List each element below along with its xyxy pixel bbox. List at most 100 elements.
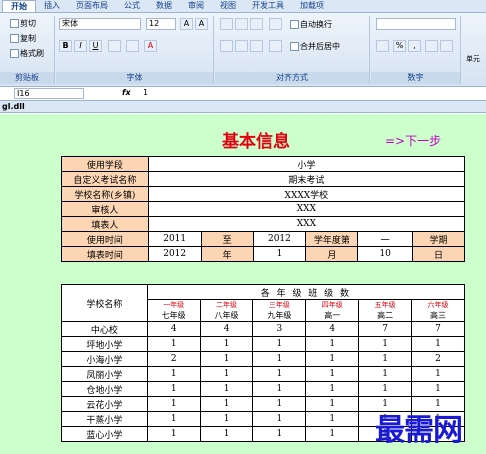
bold-button[interactable]: B [59,40,72,52]
info-value[interactable]: XXX [147,216,466,232]
class-count-cell[interactable]: 1 [252,411,307,427]
class-count-cell[interactable]: 1 [358,336,413,352]
info-value[interactable]: XXXX学校 [147,186,466,202]
class-count-cell[interactable]: 1 [305,351,360,367]
percent-button[interactable]: % [393,40,406,52]
indent-button[interactable] [269,40,282,52]
school-name-cell[interactable]: 凤丽小学 [61,366,148,382]
tab-view[interactable]: 视图 [212,0,244,12]
class-count-cell[interactable]: 4 [146,321,201,337]
number-format-select[interactable] [376,18,456,30]
school-name-cell[interactable]: 坪地小学 [61,336,148,352]
border-button[interactable] [108,40,121,52]
cut-button[interactable]: 剪切 [10,18,36,29]
school-name-cell[interactable]: 蓝心小学 [61,426,148,442]
end-year-cell[interactable]: 2012 [252,231,307,247]
class-count-cell[interactable]: 1 [411,336,465,352]
class-count-cell[interactable]: 1 [199,351,254,367]
align-right-button[interactable] [250,40,263,52]
class-count-cell[interactable]: 1 [411,381,465,397]
class-count-cell[interactable]: 7 [411,321,465,337]
school-name-cell[interactable]: 小海小学 [61,351,148,367]
wrap-text-button[interactable]: 自动换行 [290,19,332,30]
align-top-button[interactable] [220,18,233,30]
underline-button[interactable]: U [89,40,102,52]
class-count-cell[interactable]: 1 [199,396,254,412]
class-count-cell[interactable]: 1 [252,381,307,397]
align-center-button[interactable] [235,40,248,52]
school-name-cell[interactable]: 云花小学 [61,396,148,412]
class-count-cell[interactable]: 1 [358,366,413,382]
tab-addins[interactable]: 加载项 [292,0,332,12]
fill-year-cell[interactable]: 2012 [147,246,202,262]
class-count-cell[interactable]: 1 [146,381,201,397]
school-name-cell[interactable]: 中心校 [61,321,148,337]
class-count-cell[interactable]: 1 [146,426,201,442]
class-count-cell[interactable]: 1 [305,381,360,397]
name-box[interactable]: I16 [14,88,84,99]
font-size-select[interactable]: 12 [146,18,176,30]
currency-button[interactable] [376,40,389,52]
class-count-cell[interactable]: 2 [146,351,201,367]
class-count-cell[interactable]: 1 [358,381,413,397]
class-count-cell[interactable]: 1 [305,426,360,442]
italic-button[interactable]: I [74,40,87,52]
info-value[interactable]: 小学 [147,156,466,172]
class-count-cell[interactable]: 1 [146,336,201,352]
class-count-cell[interactable]: 1 [199,411,254,427]
orientation-button[interactable] [269,18,282,30]
class-count-cell[interactable]: 1 [199,426,254,442]
tab-formulas[interactable]: 公式 [116,0,148,12]
class-count-cell[interactable]: 1 [146,396,201,412]
merge-center-button[interactable]: 合并后居中 [290,41,340,52]
tab-review[interactable]: 审阅 [180,0,212,12]
copy-button[interactable]: 复制 [10,33,36,44]
cells-group-label[interactable]: 单元 [466,54,480,64]
class-count-cell[interactable]: 1 [305,411,360,427]
increase-decimal-button[interactable] [425,40,438,52]
formula-input[interactable]: 1 [140,88,486,99]
class-count-cell[interactable]: 1 [252,366,307,382]
tab-developer[interactable]: 开发工具 [244,0,292,12]
class-count-cell[interactable]: 4 [199,321,254,337]
class-count-cell[interactable]: 1 [199,381,254,397]
class-count-cell[interactable]: 2 [411,351,465,367]
class-count-cell[interactable]: 1 [305,366,360,382]
class-count-cell[interactable]: 4 [305,321,360,337]
align-bottom-button[interactable] [250,18,263,30]
start-year-cell[interactable]: 2011 [147,231,202,247]
font-name-select[interactable]: 宋体 [59,18,141,30]
fill-day-cell[interactable]: 10 [357,246,414,262]
info-value[interactable]: 期末考试 [147,171,466,187]
class-count-cell[interactable]: 1 [199,366,254,382]
class-count-cell[interactable]: 1 [252,426,307,442]
school-name-cell[interactable]: 干蒸小学 [61,411,148,427]
align-middle-button[interactable] [235,18,248,30]
info-value[interactable]: XXX [147,201,466,217]
fill-color-button[interactable] [126,40,139,52]
format-painter-button[interactable]: 格式刷 [10,48,44,59]
tab-home[interactable]: 开始 [2,0,36,12]
fill-month-cell[interactable]: 1 [252,246,307,262]
comma-button[interactable]: , [408,40,421,52]
align-left-button[interactable] [220,40,233,52]
class-count-cell[interactable]: 1 [146,411,201,427]
tab-page-layout[interactable]: 页面布局 [68,0,116,12]
font-color-button[interactable]: A [144,40,157,52]
spreadsheet-area[interactable]: 基本信息 =>下一步 使用学段 小学 自定义考试名称 期末考试 学校名称(乡镇) XX… [0,114,486,454]
tab-insert[interactable]: 插入 [36,0,68,12]
class-count-cell[interactable]: 1 [146,366,201,382]
decrease-decimal-button[interactable] [440,40,453,52]
class-count-cell[interactable]: 1 [411,366,465,382]
next-step-link[interactable]: =>下一步 [385,132,441,149]
shrink-font-button[interactable]: A [195,18,208,30]
term-cell[interactable]: 一 [357,231,414,247]
fx-icon[interactable]: fx [122,88,131,97]
class-count-cell[interactable]: 1 [358,351,413,367]
tab-data[interactable]: 数据 [148,0,180,12]
school-name-cell[interactable]: 仓地小学 [61,381,148,397]
class-count-cell[interactable]: 1 [252,336,307,352]
workbook-tab[interactable]: gl.dll [0,101,486,113]
class-count-cell[interactable]: 1 [305,396,360,412]
class-count-cell[interactable]: 1 [252,351,307,367]
